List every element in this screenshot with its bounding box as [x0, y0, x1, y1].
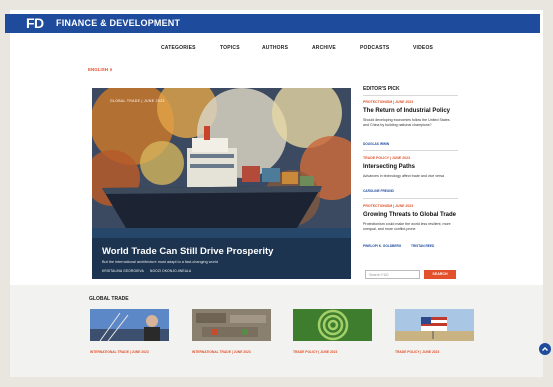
ep-title[interactable]: The Return of Industrial Policy: [363, 108, 450, 114]
ep-text: Advances in technology affect trade and …: [363, 174, 445, 178]
divider: [363, 198, 458, 199]
ep-title[interactable]: Intersecting Paths: [363, 164, 415, 170]
hero-author[interactable]: NGOZI OKONJO-IWEALA: [150, 269, 191, 273]
hero-feature[interactable]: GLOBAL TRADE | JUNE 2023 World Trade Can…: [92, 88, 351, 279]
search-button[interactable]: SEARCH: [424, 270, 456, 279]
main-nav: CATEGORIES TOPICS AUTHORS ARCHIVE PODCAS…: [0, 45, 553, 55]
thumb-image: [395, 309, 474, 341]
chevron-up-icon-glyph: [542, 347, 548, 351]
divider: [363, 150, 458, 151]
nav-videos[interactable]: VIDEOS: [413, 45, 433, 51]
article-tag[interactable]: TRADE POLICY | JUNE 2023: [293, 350, 337, 354]
article-tag[interactable]: INTERNATIONAL TRADE | JUNE 2023: [90, 350, 149, 354]
ep-author[interactable]: CAROLINE FREUND: [363, 189, 394, 193]
global-trade-heading: GLOBAL TRADE: [89, 296, 129, 302]
nav-authors[interactable]: AUTHORS: [262, 45, 288, 51]
chevron-up-icon[interactable]: [539, 343, 551, 355]
site-header: FD FINANCE & DEVELOPMENT: [5, 14, 540, 33]
logo-text[interactable]: FINANCE & DEVELOPMENT: [56, 18, 180, 28]
editors-pick-heading: EDITOR'S PICK: [363, 86, 400, 92]
thumb-image: [192, 309, 271, 341]
article-tag[interactable]: TRADE POLICY | JUNE 2023: [395, 350, 439, 354]
hero-subtitle: But the international architecture must …: [102, 260, 218, 264]
nav-categories[interactable]: CATEGORIES: [161, 45, 196, 51]
logo-mark[interactable]: FD: [26, 15, 44, 31]
hero-author[interactable]: KRISTALINA GEORGIEVA: [102, 269, 144, 273]
language-selector[interactable]: ENGLISH ∨: [88, 67, 113, 73]
divider: [363, 95, 458, 96]
article-tag[interactable]: INTERNATIONAL TRADE | JUNE 2023: [192, 350, 251, 354]
ep-author[interactable]: PINELOPI K. GOLDBERG: [363, 244, 401, 248]
article-thumbnail[interactable]: [90, 309, 169, 341]
search-input[interactable]: Search F&D: [365, 270, 420, 279]
article-thumbnail[interactable]: [395, 309, 474, 341]
ep-text: Should developing economies follow the U…: [363, 118, 450, 127]
article-thumbnail[interactable]: [192, 309, 271, 341]
thumb-image: [90, 309, 169, 341]
hero-tag: GLOBAL TRADE | JUNE 2023: [110, 99, 165, 103]
ep-tag[interactable]: TRADE POLICY | JUNE 2023: [363, 156, 410, 160]
ep-author[interactable]: DOUGLAS IRWIN: [363, 142, 389, 146]
nav-topics[interactable]: TOPICS: [220, 45, 240, 51]
ep-title[interactable]: Growing Threats to Global Trade: [363, 212, 456, 218]
ep-author[interactable]: TRISTAN REED: [411, 244, 434, 248]
nav-archive[interactable]: ARCHIVE: [312, 45, 336, 51]
ep-tag[interactable]: PROTECTIONISM | JUNE 2023: [363, 204, 413, 208]
ep-text: Protectionism could make the world less …: [363, 222, 451, 231]
hero-title[interactable]: World Trade Can Still Drive Prosperity: [102, 246, 273, 257]
nav-podcasts[interactable]: PODCASTS: [360, 45, 389, 51]
article-thumbnail[interactable]: [293, 309, 372, 341]
thumb-image: [293, 309, 372, 341]
ep-tag[interactable]: PROTECTIONISM | JUNE 2023: [363, 100, 413, 104]
